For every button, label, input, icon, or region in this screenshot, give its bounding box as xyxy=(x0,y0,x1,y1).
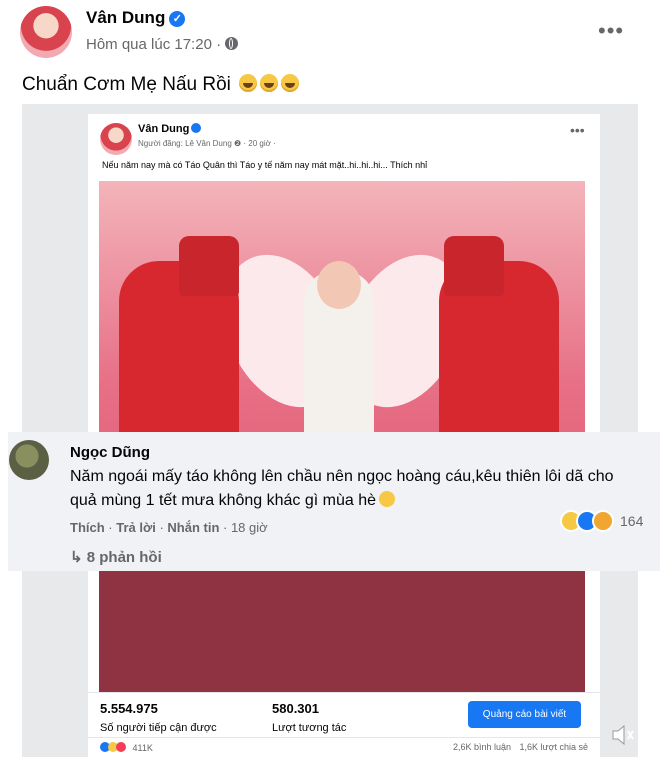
embedded-author: Vân Dung xyxy=(138,123,202,135)
comment-text: Năm ngoái mấy táo không lên chầu nên ngọ… xyxy=(70,465,630,513)
globe-icon xyxy=(225,37,239,50)
laugh-emoji-icon xyxy=(260,74,279,92)
embedded-reactions: 411K xyxy=(100,742,153,753)
laugh-emoji-icon xyxy=(281,74,300,92)
comment-text-body: Năm ngoái mấy táo không lên chầu nên ngọ… xyxy=(70,468,614,509)
stage-floor xyxy=(99,561,585,692)
embedded-counts: 2,6K bình luận 1,6K lượt chia sẻ xyxy=(453,742,588,752)
embedded-shares: 1,6K lượt chia sẻ xyxy=(519,742,588,752)
post-image[interactable]: Vân Dung Người đăng: Lê Vân Dung ❷ · 20 … xyxy=(22,104,638,757)
boost-post-button: Quảng cáo bài viết xyxy=(468,701,581,728)
embedded-meta: Người đăng: Lê Vân Dung ❷ · 20 giờ · xyxy=(138,139,276,148)
engagement-value: 580.301 xyxy=(272,701,319,716)
post-header: Vân Dung ✓ Hôm qua lúc 17:20 · ••• xyxy=(0,0,660,64)
post-time[interactable]: Hôm qua lúc 17:20 · xyxy=(86,36,221,53)
embedded-author-text: Vân Dung xyxy=(138,123,190,135)
like-comment-button[interactable]: Thích xyxy=(70,520,105,535)
comment-reactions[interactable]: 164 xyxy=(560,510,643,532)
reply-comment-button[interactable]: Trả lời xyxy=(116,520,156,535)
engagement-label: Lượt tương tác xyxy=(272,722,347,734)
author-name[interactable]: Vân Dung ✓ xyxy=(86,8,186,28)
commenter-avatar[interactable] xyxy=(9,440,49,480)
author-name-text[interactable]: Vân Dung xyxy=(86,8,165,27)
love-reaction-icon xyxy=(116,742,126,752)
sad-reaction-icon xyxy=(592,510,614,532)
hat-shape xyxy=(444,236,504,296)
view-replies-button[interactable]: ↳ 8 phản hồi xyxy=(70,548,162,566)
comment-block: Ngọc Dũng Năm ngoái mấy táo không lên ch… xyxy=(8,432,660,571)
commenter-name[interactable]: Ngọc Dũng xyxy=(70,444,150,461)
nurse-head xyxy=(317,261,361,309)
laugh-emoji-icon xyxy=(239,74,258,92)
insights-bar: 5.554.975 Số người tiếp cận được 580.301… xyxy=(88,692,600,738)
comment-actions: Thích · Trả lời · Nhắn tin · 18 giờ xyxy=(70,520,268,535)
post-meta: Hôm qua lúc 17:20 · xyxy=(86,36,239,53)
verified-badge-icon: ✓ xyxy=(169,11,186,27)
embedded-verified-icon xyxy=(191,123,202,133)
embedded-more-icon: ••• xyxy=(570,122,585,138)
reach-label: Số người tiếp cận được xyxy=(100,722,217,734)
embedded-caption: Nếu năm nay mà có Táo Quân thì Táo y tế … xyxy=(102,160,428,170)
speaker-icon[interactable] xyxy=(610,722,636,748)
embedded-comments: 2,6K bình luận xyxy=(452,742,512,752)
message-button[interactable]: Nhắn tin xyxy=(167,520,219,535)
replies-label[interactable]: 8 phản hồi xyxy=(87,549,162,566)
hat-shape xyxy=(179,236,239,296)
comment-reaction-count: 164 xyxy=(620,513,644,529)
author-avatar[interactable] xyxy=(20,6,72,58)
embedded-reaction-row: 411K 2,6K bình luận 1,6K lượt chia sẻ xyxy=(88,737,600,757)
reach-value: 5.554.975 xyxy=(100,701,158,716)
caption-text: Chuẩn Cơm Mẹ Nấu Rồi xyxy=(22,74,231,95)
reply-arrow-icon: ↳ xyxy=(70,549,87,566)
more-options-button[interactable]: ••• xyxy=(598,18,624,44)
comment-time[interactable]: 18 giờ xyxy=(231,520,268,535)
embedded-avatar xyxy=(100,123,132,155)
post-caption: Chuẩn Cơm Mẹ Nấu Rồi xyxy=(22,74,300,96)
embedded-reaction-count: 411K xyxy=(132,743,153,753)
smile-emoji-icon xyxy=(379,491,396,507)
